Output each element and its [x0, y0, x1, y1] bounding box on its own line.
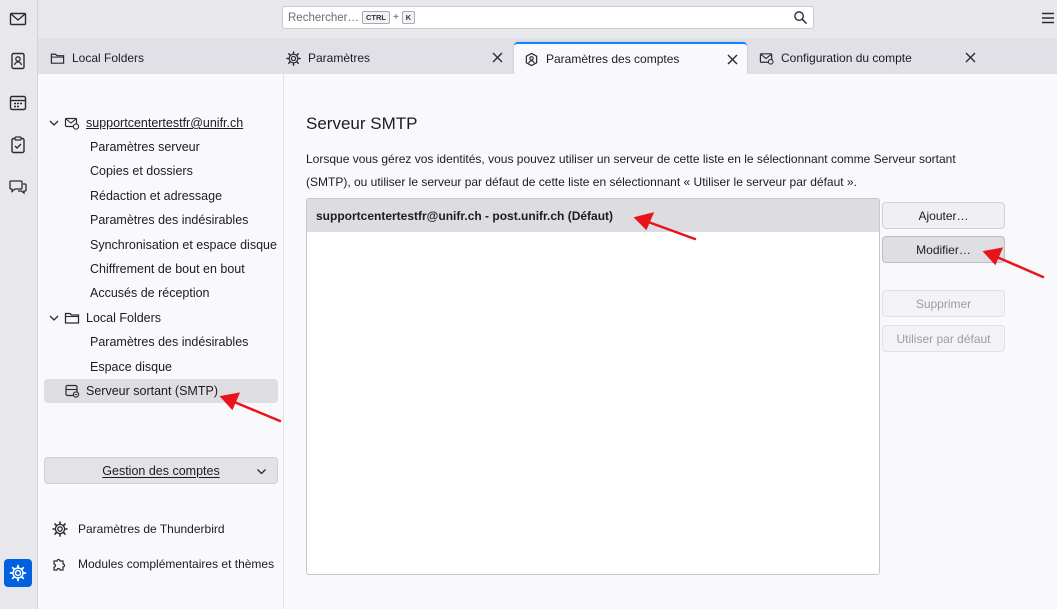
smtp-description: Lorsque vous gérez vos identités, vous p… [306, 152, 956, 189]
tree-item-label: Chiffrement de bout en bout [90, 262, 245, 276]
tab-label: Local Folders [72, 51, 145, 65]
global-search-input[interactable]: Rechercher… CTRL + K [282, 6, 814, 29]
app-menu-icon[interactable] [1041, 11, 1055, 25]
smtp-label: Serveur sortant (SMTP) [86, 384, 218, 398]
puzzle-icon [53, 558, 66, 571]
edit-server-button[interactable]: Modifier… [882, 236, 1005, 263]
tree-item-label: Synchronisation et espace disque [90, 238, 277, 252]
account-actions-label: Gestion des comptes [102, 463, 220, 478]
tab-account-settings[interactable]: Paramètres des comptes [514, 42, 747, 74]
set-default-button[interactable]: Utiliser par défaut [882, 325, 1005, 352]
tasks-space-button[interactable] [4, 131, 32, 159]
account-settings-icon [525, 52, 538, 66]
calendar-icon [9, 95, 27, 111]
ctrl-key-hint: CTRL [361, 11, 390, 24]
mail-account-icon [64, 117, 80, 130]
account-name: supportcentertestfr@unifr.ch [86, 116, 244, 130]
close-icon[interactable] [491, 51, 504, 64]
tree-item-composition[interactable]: Rédaction et adressage [38, 184, 284, 208]
tree-item-local-junk[interactable]: Paramètres des indésirables [38, 330, 284, 354]
smtp-settings-pane: Serveur SMTP Lorsque vous gérez vos iden… [284, 74, 1057, 609]
mail-icon [9, 12, 27, 26]
account-tree-sidebar: supportcentertestfr@unifr.ch Paramètres … [38, 74, 284, 609]
tasks-icon [11, 136, 25, 154]
tree-item-label: Espace disque [90, 360, 173, 374]
tree-item-smtp[interactable]: Serveur sortant (SMTP) [44, 379, 278, 403]
tree-item-label: Rédaction et adressage [90, 189, 223, 203]
search-placeholder: Rechercher… [288, 11, 359, 24]
addons-link[interactable]: Modules complémentaires et thèmes [52, 553, 274, 575]
addons-label: Modules complémentaires et thèmes [78, 557, 275, 571]
tree-item-junk-settings[interactable]: Paramètres des indésirables [38, 208, 284, 232]
chevron-down-icon [257, 469, 266, 475]
calendar-space-button[interactable] [4, 89, 32, 117]
smtp-server-row[interactable]: supportcentertestfr@unifr.ch - post.unif… [307, 199, 879, 232]
spaces-toolbar [0, 0, 38, 609]
smtp-server-list[interactable]: supportcentertestfr@unifr.ch - post.unif… [306, 198, 880, 575]
tab-label: Configuration du compte [781, 51, 912, 65]
tab-label: Paramètres des comptes [546, 52, 680, 66]
close-icon[interactable] [964, 51, 977, 64]
remove-server-button[interactable]: Supprimer [882, 290, 1005, 317]
thunderbird-settings-link[interactable]: Paramètres de Thunderbird [52, 518, 225, 540]
outgoing-server-icon [65, 384, 80, 398]
smtp-server-label: supportcentertestfr@unifr.ch - post.unif… [316, 208, 614, 223]
tree-item-return-receipts[interactable]: Accusés de réception [38, 281, 284, 305]
tree-item-copies-folders[interactable]: Copies et dossiers [38, 159, 284, 183]
gear-icon [52, 521, 68, 537]
tree-item-server-settings[interactable]: Paramètres serveur [38, 135, 284, 159]
chevron-down-icon[interactable] [48, 117, 60, 129]
tab-account-config[interactable]: Configuration du compte [749, 42, 985, 74]
gear-icon [286, 50, 301, 66]
tree-item-local-disk[interactable]: Espace disque [38, 355, 284, 379]
tree-item-label: Paramètres des indésirables [90, 335, 249, 349]
tab-label: Paramètres [308, 51, 371, 65]
search-icon[interactable] [793, 10, 808, 25]
tree-item-label: Accusés de réception [90, 286, 210, 300]
tab-settings[interactable]: Paramètres [276, 42, 512, 74]
chat-icon [9, 180, 27, 195]
add-server-button[interactable]: Ajouter… [882, 202, 1005, 229]
local-folders-label: Local Folders [86, 311, 162, 325]
tab-local-folders[interactable]: Local Folders [40, 42, 272, 74]
tree-item-label: Paramètres serveur [90, 140, 200, 154]
mail-space-button[interactable] [4, 5, 32, 33]
chat-space-button[interactable] [4, 173, 32, 201]
title-bar: Rechercher… CTRL + K [38, 0, 1057, 38]
settings-space-button[interactable] [4, 559, 32, 587]
folder-icon [64, 312, 80, 324]
account-actions-button[interactable]: Gestion des comptes [44, 457, 278, 484]
address-book-icon [11, 52, 25, 70]
tree-item-label: Copies et dossiers [90, 164, 193, 178]
page-title: Serveur SMTP [306, 114, 418, 133]
tree-item-label: Paramètres des indésirables [90, 213, 249, 227]
tree-local-folders-row[interactable]: Local Folders [38, 306, 284, 330]
gear-icon [9, 564, 27, 582]
address-book-space-button[interactable] [4, 47, 32, 75]
tab-bar: Local Folders Paramètres Paramètres des … [38, 38, 1057, 74]
tree-account-row[interactable]: supportcentertestfr@unifr.ch [38, 111, 284, 135]
tree-item-sync-disk[interactable]: Synchronisation et espace disque [38, 233, 284, 257]
tree-item-e2e-encryption[interactable]: Chiffrement de bout en bout [38, 257, 284, 281]
mail-config-icon [759, 52, 774, 65]
folder-icon [50, 53, 65, 64]
k-key-hint: K [401, 11, 416, 24]
close-icon[interactable] [726, 53, 739, 66]
plus-sign: + [392, 12, 399, 23]
thunderbird-settings-label: Paramètres de Thunderbird [78, 522, 225, 536]
chevron-down-icon[interactable] [48, 312, 60, 324]
